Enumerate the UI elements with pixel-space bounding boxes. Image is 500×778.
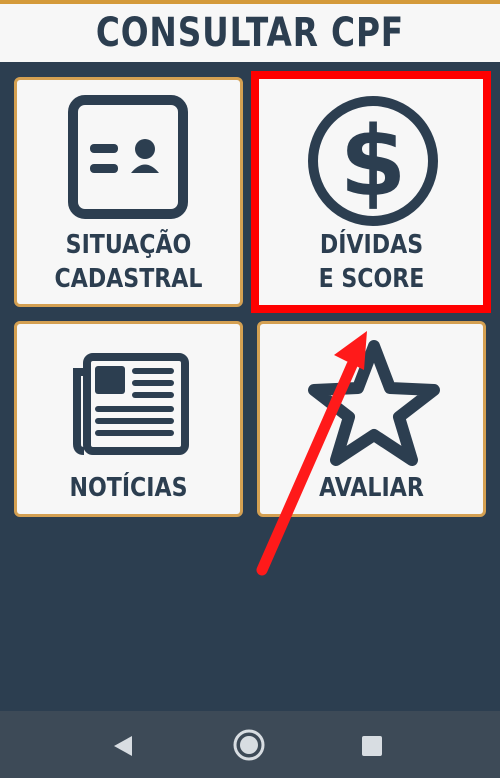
system-nav-bar [0, 711, 500, 778]
home-icon[interactable] [232, 728, 266, 762]
back-icon[interactable] [110, 733, 136, 759]
recents-icon[interactable] [360, 734, 384, 758]
pointer-arrow [256, 331, 367, 576]
